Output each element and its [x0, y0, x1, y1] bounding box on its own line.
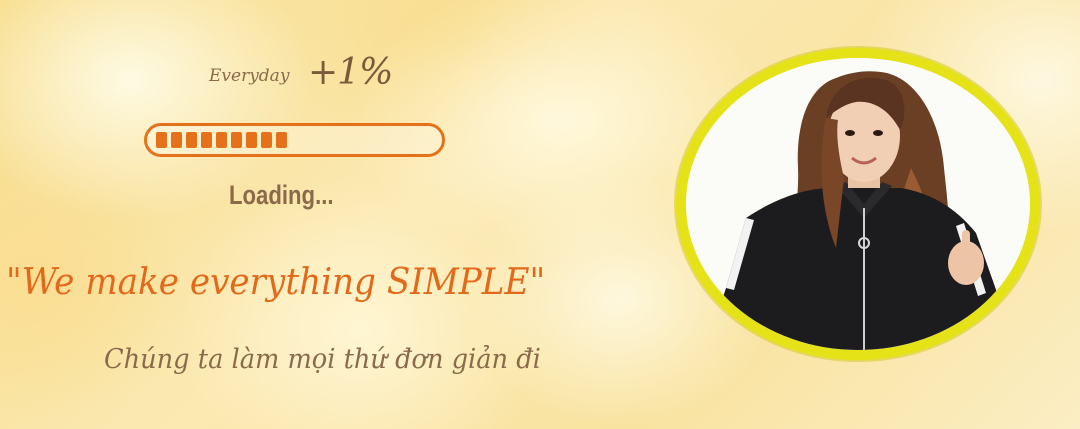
slogan: "We make everything SIMPLE": [6, 262, 546, 303]
progress-segment: [156, 132, 167, 148]
sub-slogan: Chúng ta làm mọi thứ đơn giản đi: [104, 344, 541, 375]
progress-segment: [201, 132, 212, 148]
progress-segment: [276, 132, 287, 148]
progress-bar: [144, 123, 445, 157]
portrait-frame: [676, 48, 1040, 360]
loading-label: Loading...: [229, 180, 334, 210]
progress-segment: [171, 132, 182, 148]
progress-segment: [186, 132, 197, 148]
person-portrait-icon: [686, 58, 1030, 350]
progress-segment: [261, 132, 272, 148]
everyday-label: Everyday: [209, 66, 290, 86]
progress-segment: [216, 132, 227, 148]
progress-segment: [246, 132, 257, 148]
banner: Everyday +1% Loading... "We make everyth…: [0, 0, 1080, 429]
progress-segment: [231, 132, 242, 148]
progress-increment: +1%: [308, 52, 393, 93]
progress-fill: [156, 132, 287, 148]
